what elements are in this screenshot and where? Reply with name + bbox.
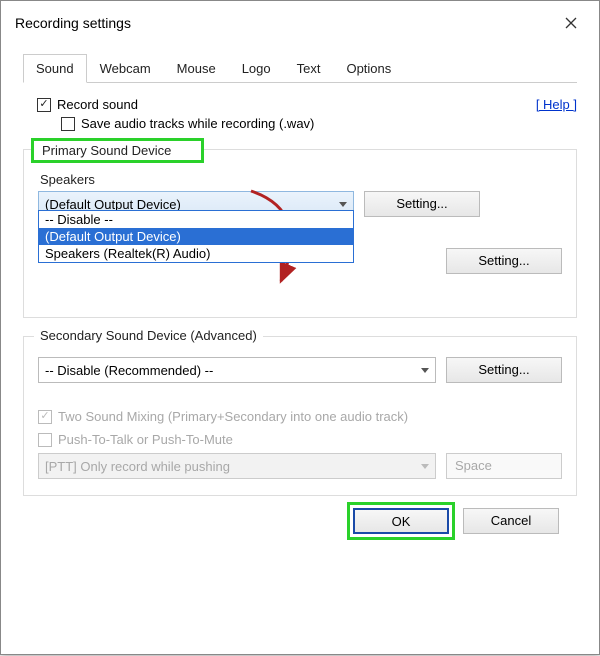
- close-button[interactable]: [553, 9, 589, 37]
- chevron-down-icon: [421, 368, 429, 373]
- secondary-device-combo[interactable]: -- Disable (Recommended) --: [38, 357, 436, 383]
- cancel-button[interactable]: Cancel: [463, 508, 559, 534]
- ptt-label: Push-To-Talk or Push-To-Mute: [58, 432, 233, 447]
- chevron-down-icon: [339, 202, 347, 207]
- record-sound-checkbox[interactable]: [37, 98, 51, 112]
- close-icon: [565, 17, 577, 29]
- dialog-content: Sound Webcam Mouse Logo Text Options Rec…: [1, 45, 599, 548]
- tab-webcam[interactable]: Webcam: [87, 54, 164, 83]
- primary-setting-button-1[interactable]: Setting...: [364, 191, 480, 217]
- secondary-sound-group: Secondary Sound Device (Advanced) -- Dis…: [23, 336, 577, 496]
- save-tracks-row: Save audio tracks while recording (.wav): [61, 116, 577, 131]
- tab-text[interactable]: Text: [284, 54, 334, 83]
- ok-button[interactable]: OK: [353, 508, 449, 534]
- dropdown-option-default[interactable]: (Default Output Device): [39, 228, 353, 245]
- tab-options[interactable]: Options: [333, 54, 404, 83]
- secondary-setting-button[interactable]: Setting...: [446, 357, 562, 383]
- secondary-combo-row: -- Disable (Recommended) -- Setting...: [38, 357, 562, 383]
- secondary-sound-legend: Secondary Sound Device (Advanced): [34, 328, 263, 343]
- chevron-down-icon: [421, 464, 429, 469]
- window-title: Recording settings: [15, 15, 131, 31]
- save-audio-tracks-checkbox[interactable]: [61, 117, 75, 131]
- ptt-mode-value: [PTT] Only record while pushing: [45, 459, 230, 474]
- ptt-mode-row: [PTT] Only record while pushing Space: [38, 453, 562, 479]
- ptt-mode-combo: [PTT] Only record while pushing: [38, 453, 436, 479]
- tab-bar: Sound Webcam Mouse Logo Text Options: [23, 53, 577, 83]
- primary-setting-button-2[interactable]: Setting...: [446, 248, 562, 274]
- record-sound-row: Record sound [ Help ]: [37, 97, 577, 112]
- ptt-checkbox: [38, 433, 52, 447]
- tab-sound[interactable]: Sound: [23, 54, 87, 83]
- tab-mouse[interactable]: Mouse: [164, 54, 229, 83]
- ptt-key-field: Space: [446, 453, 562, 479]
- dropdown-option-realtek[interactable]: Speakers (Realtek(R) Audio): [39, 245, 353, 262]
- two-mix-row: Two Sound Mixing (Primary+Secondary into…: [38, 409, 562, 424]
- primary-sound-legend: Primary Sound Device: [34, 141, 201, 160]
- titlebar: Recording settings: [1, 1, 599, 45]
- tab-logo[interactable]: Logo: [229, 54, 284, 83]
- ptt-row: Push-To-Talk or Push-To-Mute: [38, 432, 562, 447]
- speakers-label: Speakers: [40, 172, 562, 187]
- secondary-device-value: -- Disable (Recommended) --: [45, 363, 213, 378]
- two-sound-mixing-label: Two Sound Mixing (Primary+Secondary into…: [58, 409, 408, 424]
- record-sound-label: Record sound: [57, 97, 138, 112]
- dialog-footer: OK Cancel: [23, 496, 577, 534]
- help-link[interactable]: [ Help ]: [536, 97, 577, 112]
- two-sound-mixing-checkbox: [38, 410, 52, 424]
- recording-settings-dialog: Recording settings Sound Webcam Mouse Lo…: [0, 0, 600, 655]
- save-audio-tracks-label: Save audio tracks while recording (.wav): [81, 116, 314, 131]
- primary-setting-row-2: Setting...: [446, 248, 562, 274]
- primary-sound-group: Primary Sound Device Speakers (Default O…: [23, 149, 577, 318]
- primary-speakers-dropdown: -- Disable -- (Default Output Device) Sp…: [38, 210, 354, 263]
- dropdown-option-disable[interactable]: -- Disable --: [39, 211, 353, 228]
